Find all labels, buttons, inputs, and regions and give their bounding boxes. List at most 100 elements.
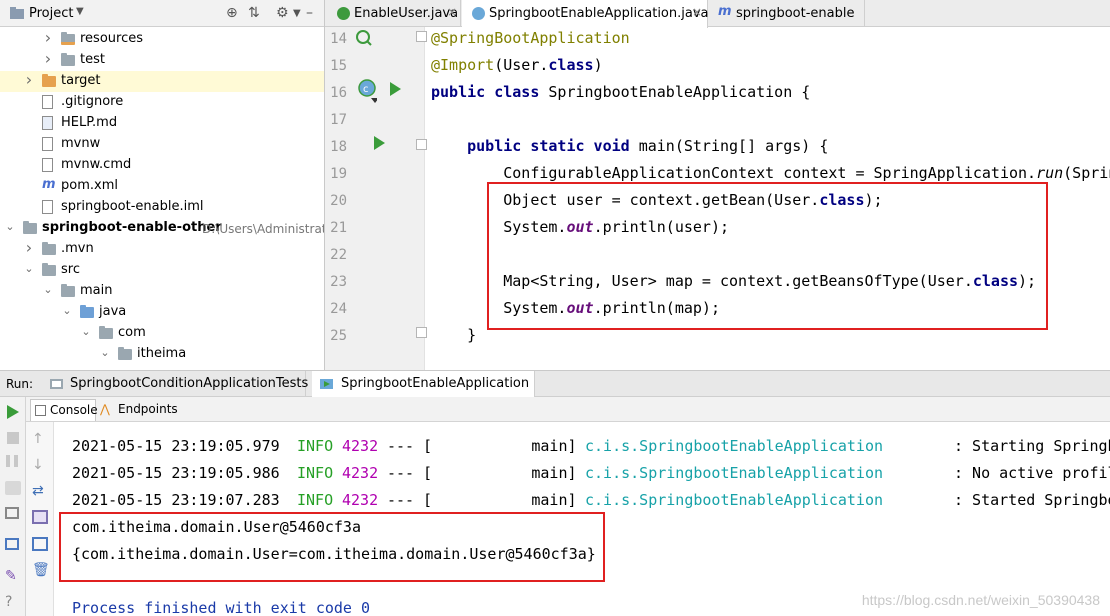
collapse-all-icon[interactable]: ⇅ (248, 5, 260, 21)
collapse-arrow-icon[interactable]: ⌄ (80, 325, 92, 338)
tree-item[interactable]: HELP.md (0, 113, 324, 134)
line-number: 21 (330, 220, 347, 236)
stop-icon[interactable] (7, 432, 19, 444)
settings-gear-icon[interactable]: ⚙ (276, 5, 289, 21)
expand-arrow-icon[interactable]: › (42, 28, 54, 47)
folder-target-icon (42, 74, 56, 87)
folder-resources-icon (61, 32, 75, 45)
locate-file-icon[interactable]: ⊕ (226, 5, 238, 21)
collapse-arrow-icon[interactable]: ⌄ (61, 304, 73, 317)
tree-item-label: target (61, 73, 101, 88)
fold-marker-icon[interactable] (416, 139, 427, 150)
code-line-15[interactable]: @Import(User.class) (431, 56, 603, 74)
tree-item[interactable]: ⌄ itheima (0, 344, 324, 365)
tree-item-label: src (61, 262, 80, 277)
line-number: 18 (330, 139, 347, 155)
tree-item[interactable]: ⌄ springboot-enable-other D:\Users\Adminis… (0, 218, 325, 239)
tree-item[interactable]: ⌄ java (0, 302, 324, 323)
dump-threads-icon[interactable] (5, 481, 21, 495)
code-line-19[interactable]: ConfigurableApplicationContext context =… (431, 164, 1110, 182)
code-line-25[interactable]: } (431, 326, 476, 344)
tree-item[interactable]: › test (0, 49, 324, 71)
collapse-arrow-icon[interactable]: ⌄ (23, 262, 35, 275)
scroll-to-end-icon[interactable] (32, 510, 48, 524)
tree-item[interactable]: › resources (0, 28, 324, 50)
tree-item-label: test (80, 52, 105, 67)
run-tab-springbootenableapplication[interactable]: SpringbootEnableApplication (312, 371, 535, 397)
tab-springboot-enable[interactable]: m springboot-enable (709, 0, 865, 27)
hide-panel-icon[interactable]: – (306, 5, 313, 21)
spring-run-config-icon (320, 379, 333, 389)
pin-icon[interactable]: ✎ (5, 569, 21, 583)
tab-springbootenableapplication-java[interactable]: SpringbootEnableApplication.java × (462, 0, 709, 28)
class-gutter-icon[interactable]: c (357, 78, 377, 104)
tree-item[interactable]: m pom.xml (0, 176, 324, 197)
line-number: 16 (330, 85, 347, 101)
layout-icon[interactable] (5, 538, 19, 550)
tree-item-label: pom.xml (61, 178, 118, 193)
rerun-icon[interactable] (7, 405, 19, 419)
tab-enableuser-java[interactable]: EnableUser.java × (327, 0, 461, 27)
expand-arrow-icon[interactable]: › (42, 49, 54, 68)
pause-icon[interactable] (6, 455, 18, 467)
code-line-14[interactable]: @SpringBootApplication (431, 29, 630, 47)
test-config-icon (50, 379, 63, 389)
run-main-arrow-icon[interactable] (374, 136, 385, 150)
soft-wrap-icon[interactable]: ⇄ (32, 484, 48, 498)
clear-all-trash-icon[interactable]: 🗑 (32, 563, 50, 577)
tree-item-label: springboot-enable-other (42, 220, 222, 235)
project-view-dropdown-icon[interactable]: ▼ (76, 6, 84, 17)
settings-dropdown-icon[interactable]: ▼ (293, 8, 301, 19)
tree-item[interactable]: › .mvn (0, 238, 324, 260)
tree-item[interactable]: .gitignore (0, 92, 324, 113)
text-file-icon (42, 158, 53, 172)
collapse-arrow-icon[interactable]: ⌄ (4, 220, 16, 233)
tree-item[interactable]: ⌄ main (0, 281, 324, 302)
scroll-down-icon[interactable]: ↓ (32, 458, 48, 472)
fold-marker-icon[interactable] (416, 31, 427, 42)
tree-item[interactable]: mvnw.cmd (0, 155, 324, 176)
close-tab-icon[interactable]: × (692, 5, 702, 19)
run-tool-window-header: Run: SpringbootConditionApplicationTests… (0, 370, 1110, 397)
project-icon (10, 7, 24, 19)
code-line-18[interactable]: public static void main(String[] args) { (431, 137, 828, 155)
package-icon (99, 326, 113, 339)
close-tab-icon[interactable]: × (447, 5, 457, 19)
run-tab-condition-tests[interactable]: SpringbootConditionApplicationTests (42, 371, 308, 397)
tree-item[interactable]: springboot-enable.iml (0, 197, 324, 218)
log-timestamp: 2021-05-15 23:19:05.986 (72, 464, 280, 482)
console-output[interactable]: 2021-05-15 23:19:05.979 INFO 4232 --- [ main… (54, 422, 1110, 616)
run-label: Run: (6, 377, 34, 391)
tree-item-label: itheima (137, 346, 187, 361)
help-icon[interactable]: ? (5, 595, 21, 609)
folder-source-icon (80, 305, 94, 318)
tree-item[interactable]: › target (0, 70, 324, 92)
expand-arrow-icon[interactable]: › (23, 238, 35, 257)
run-side-toolbar: ✎ ? (0, 397, 26, 616)
run-class-arrow-icon[interactable] (390, 82, 401, 96)
tab-console[interactable]: Console (30, 399, 98, 421)
tree-item[interactable]: mvnw (0, 134, 324, 155)
print-icon[interactable] (32, 537, 48, 551)
project-panel-title[interactable]: Project (29, 6, 73, 21)
tree-item-path: D:\Users\Administrato (202, 222, 325, 236)
log-separator: --- (387, 491, 415, 509)
line-number: 17 (330, 112, 347, 128)
maven-file-icon: m (42, 177, 56, 192)
tree-item[interactable]: ⌄ src (0, 260, 324, 281)
log-logger: c.i.s.SpringbootEnableApplication (585, 464, 884, 482)
log-thread: [ main] (423, 491, 577, 509)
fold-marker-icon[interactable] (416, 327, 427, 338)
exit-icon[interactable] (5, 507, 19, 519)
collapse-arrow-icon[interactable]: ⌄ (99, 346, 111, 359)
tab-endpoints[interactable]: ⋀ Endpoints (98, 399, 178, 421)
tree-item[interactable]: ⌄ com (0, 323, 324, 344)
text-file-icon (42, 137, 53, 151)
line-number: 19 (330, 166, 347, 182)
scroll-up-icon[interactable]: ↑ (32, 432, 48, 446)
spring-bean-gutter-icon[interactable] (355, 29, 373, 47)
log-logger: c.i.s.SpringbootEnableApplication (585, 491, 884, 509)
expand-arrow-icon[interactable]: › (23, 70, 35, 89)
code-line-16[interactable]: public class SpringbootEnableApplication… (431, 83, 810, 101)
collapse-arrow-icon[interactable]: ⌄ (42, 283, 54, 296)
